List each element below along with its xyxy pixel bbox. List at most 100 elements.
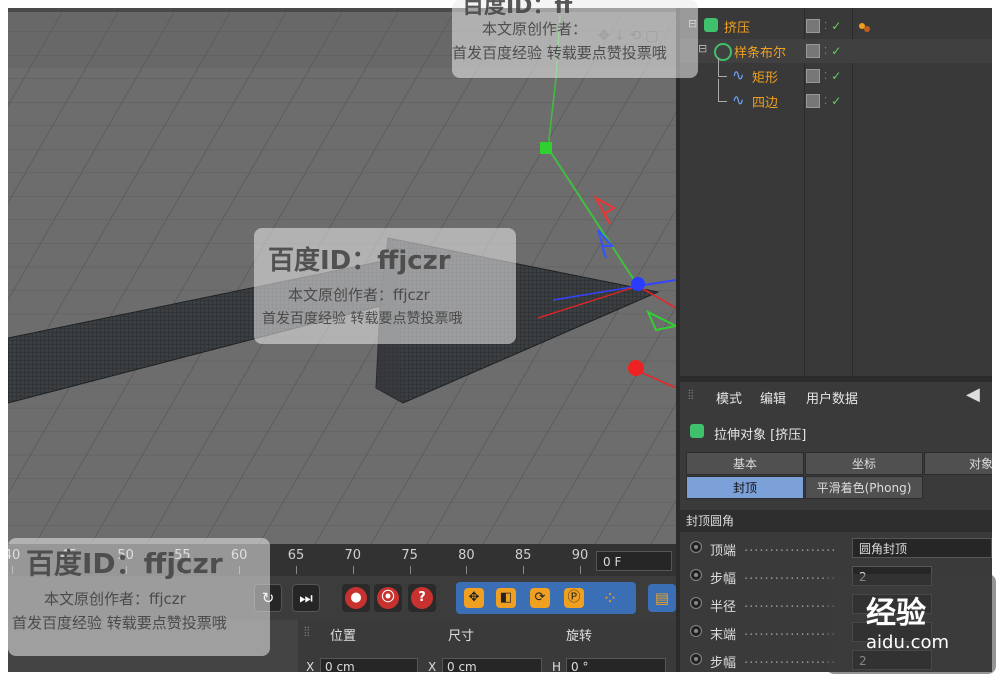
param-key-button[interactable]: Ⓟ: [560, 584, 588, 612]
enabled-check-icon[interactable]: ✓: [831, 44, 841, 58]
rotate-key-button[interactable]: ⟳: [526, 584, 554, 612]
keyframe-selection-button[interactable]: ?: [408, 584, 436, 612]
watermark-top: 百度ID：ff 本文原创作者： 首发百度经验 转载要点赞投票哦: [452, 0, 698, 78]
object-name[interactable]: 四边: [752, 92, 778, 111]
move-key-button[interactable]: ✥: [460, 584, 488, 612]
tab-phong[interactable]: 平滑着色(Phong): [805, 476, 923, 499]
timeline-tick-mark: [523, 566, 525, 574]
watermark-corner: 经验 aidu.com: [826, 574, 996, 674]
go-to-end-button[interactable]: ⏭: [292, 584, 320, 612]
x-size-label: X: [428, 660, 437, 672]
timeline-tick-mark: [352, 566, 354, 574]
tab-object[interactable]: 对象: [924, 452, 992, 475]
collapse-icon[interactable]: ⊟: [698, 42, 707, 55]
attribute-menu-bar: ⦙⦙ 模式 编辑 用户数据 ◀: [680, 382, 992, 408]
watermark-line1: 本文原创作者：ffjczr: [288, 286, 430, 304]
object-flags: ⁚ ✓: [806, 44, 841, 58]
object-name[interactable]: 样条布尔: [734, 42, 786, 61]
h-rot-label: H: [552, 660, 562, 672]
object-type-label: 拉伸对象 [挤压]: [714, 428, 807, 443]
timeline-tick-label: 85: [514, 548, 532, 563]
corner-url-text: aidu.com: [866, 632, 950, 653]
coordinates-row-x: X 0 cm X 0 cm H 0 °: [298, 658, 676, 672]
visibility-dots-icon[interactable]: ⁚: [824, 96, 827, 107]
object-row-extrude[interactable]: ⊟ 挤压 ⁚ ✓: [680, 14, 992, 38]
watermark-brand: 百度ID：ff: [462, 0, 573, 19]
animate-radio[interactable]: [690, 653, 702, 665]
timeline-tick-label: 90: [571, 548, 589, 563]
object-manager: ⊟ 挤压 ⁚ ✓ ⊟ 样条布尔 ⁚ ✓ ∿ 矩形: [680, 8, 992, 376]
enabled-check-icon[interactable]: ✓: [831, 19, 841, 33]
animate-radio[interactable]: [690, 625, 702, 637]
x-pos-label: X: [306, 660, 315, 672]
record-keyframe-button[interactable]: ●: [342, 584, 370, 612]
record-icon: ●: [345, 587, 367, 609]
timeline-window-button[interactable]: ▤: [648, 584, 676, 612]
watermark-line2: 首发百度经验 转载要点赞投票哦: [452, 44, 667, 62]
coordinates-header: ⦙⦙ 位置 尺寸 旋转: [298, 620, 676, 646]
prop-label: 半径: [710, 600, 737, 615]
phong-tag-icon[interactable]: [858, 22, 872, 32]
layer-icon[interactable]: [806, 69, 820, 83]
menu-mode[interactable]: 模式: [716, 388, 742, 407]
visibility-dots-icon[interactable]: ⁚: [824, 21, 827, 32]
move-icon: ✥: [464, 588, 484, 608]
question-icon: ?: [411, 587, 433, 609]
scale-key-button[interactable]: ◧: [492, 584, 520, 612]
point-level-button[interactable]: ⁘: [596, 584, 624, 612]
enabled-check-icon[interactable]: ✓: [831, 94, 841, 108]
menu-edit[interactable]: 编辑: [760, 388, 786, 407]
object-row-four-side[interactable]: ∿ 四边 ⁚ ✓: [680, 79, 992, 113]
x-position-field[interactable]: 0 cm: [320, 658, 418, 672]
auto-key-icon: ⦿: [377, 587, 399, 609]
grip-icon[interactable]: ⦙⦙: [304, 625, 310, 640]
current-frame-field[interactable]: 0 F: [596, 551, 672, 571]
watermark-line1: 本文原创作者：ffjczr: [44, 590, 186, 608]
corner-logo-text: 经验: [866, 596, 926, 631]
prop-dots: ..................: [744, 568, 837, 583]
h-rotation-field[interactable]: 0 °: [566, 658, 666, 672]
layer-icon[interactable]: [806, 94, 820, 108]
timeline-tick-label: 75: [401, 548, 418, 563]
tab-basic[interactable]: 基本: [686, 452, 804, 475]
x-size-field[interactable]: 0 cm: [442, 658, 542, 672]
tab-coord[interactable]: 坐标: [805, 452, 923, 475]
object-flags: ⁚ ✓: [806, 69, 841, 83]
watermark-center: 百度ID：ffjczr 本文原创作者：ffjczr 首发百度经验 转载要点赞投票…: [254, 228, 516, 344]
watermark-brand: 百度ID：ffjczr: [26, 547, 223, 580]
tab-caps[interactable]: 封顶: [686, 476, 804, 499]
section-title: 封顶圆角: [680, 510, 992, 532]
enabled-check-icon[interactable]: ✓: [831, 69, 841, 83]
timeline-tick-mark: [409, 566, 411, 574]
visibility-dots-icon[interactable]: ⁚: [824, 71, 827, 82]
layer-icon[interactable]: [806, 44, 820, 58]
animate-radio[interactable]: [690, 541, 702, 553]
rectangle-spline-icon: ∿: [732, 66, 745, 84]
tree-line: [718, 58, 727, 77]
timeline-tick-mark: [466, 566, 468, 574]
prop-label: 步幅: [710, 656, 737, 671]
object-name[interactable]: 挤压: [724, 17, 750, 36]
prop-dots: ..................: [744, 540, 837, 555]
timeline-tick-mark: [580, 566, 581, 574]
layer-icon[interactable]: [806, 19, 820, 33]
auto-keyframe-button[interactable]: ⦿: [374, 584, 402, 612]
back-arrow-icon[interactable]: ◀: [966, 384, 980, 405]
attribute-object-title: 拉伸对象 [挤压]: [680, 420, 992, 444]
animate-radio[interactable]: [690, 569, 702, 581]
visibility-dots-icon[interactable]: ⁚: [824, 46, 827, 57]
prop-start: 顶端 .................. 圆角封顶: [680, 536, 992, 560]
menu-user-data[interactable]: 用户数据: [806, 388, 858, 407]
watermark-brand: 百度ID：ffjczr: [268, 246, 451, 276]
grip-icon[interactable]: ⦙⦙: [688, 388, 694, 403]
watermark-bottom: 百度ID：ffjczr 本文原创作者：ffjczr 首发百度经验 转载要点赞投票…: [8, 538, 270, 656]
rotate-icon: ⟳: [530, 588, 550, 608]
object-name[interactable]: 矩形: [752, 67, 778, 86]
animate-radio[interactable]: [690, 597, 702, 609]
timeline-tick-label: 65: [287, 548, 305, 563]
coordinates-panel: ⦙⦙ 位置 尺寸 旋转 X 0 cm X 0 cm H 0 °: [298, 620, 676, 672]
watermark-line1: 本文原创作者：: [482, 20, 588, 38]
prop-label: 顶端: [710, 544, 737, 559]
scale-icon: ◧: [496, 588, 516, 608]
start-cap-select[interactable]: 圆角封顶: [852, 538, 992, 558]
